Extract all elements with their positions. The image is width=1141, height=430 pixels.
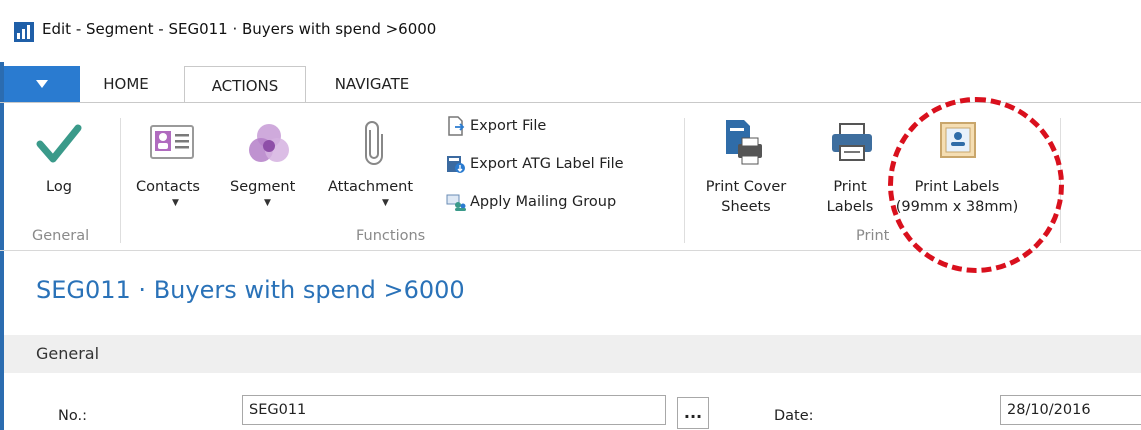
date-field[interactable] [1000, 395, 1141, 425]
apply-mailing-group-label: Apply Mailing Group [470, 194, 617, 210]
group-label-functions: Functions [356, 228, 426, 244]
printer-icon [832, 123, 872, 161]
paperclip-icon [365, 121, 383, 165]
export-file-icon [448, 116, 465, 136]
log-label: Log [46, 179, 72, 195]
app-menu-button[interactable] [4, 66, 80, 102]
group-label-general: General [32, 228, 90, 244]
group-separator [120, 118, 121, 243]
contacts-button[interactable]: Contacts ▼ [130, 118, 220, 213]
dropdown-caret-icon: ▼ [172, 198, 179, 208]
checkmark-icon [36, 124, 82, 163]
segment-label: Segment [230, 179, 296, 195]
print-labels-label-2: Labels [826, 199, 874, 215]
highlight-circle-annotation [888, 97, 1064, 273]
print-labels-label-1: Print [833, 179, 867, 195]
group-label-print: Print [856, 228, 890, 244]
section-header-label: General [36, 344, 100, 363]
export-atg-label-file-label: Export ATG Label File [470, 156, 624, 172]
mailing-group-icon [446, 194, 466, 211]
export-atg-label-file-button[interactable]: Export ATG Label File [446, 154, 624, 174]
tab-actions[interactable]: ACTIONS [184, 66, 306, 104]
segment-button[interactable]: Segment ▼ [224, 118, 314, 213]
page-title: SEG011 · Buyers with spend >6000 [36, 276, 465, 304]
print-cover-sheets-label-2: Sheets [721, 199, 771, 215]
app-icon [14, 22, 34, 42]
tab-home[interactable]: HOME [80, 66, 172, 102]
print-cover-sheets-label-1: Print Cover [705, 179, 787, 195]
print-labels-button[interactable]: Print Labels [820, 118, 886, 218]
date-field-label: Date: [774, 408, 814, 424]
export-label-icon [447, 156, 465, 173]
log-button[interactable]: Log [30, 118, 90, 198]
attachment-label: Attachment [328, 179, 414, 195]
group-separator [684, 118, 685, 243]
apply-mailing-group-button[interactable]: Apply Mailing Group [446, 192, 616, 212]
no-field-label: No.: [58, 408, 87, 424]
no-field[interactable] [242, 395, 666, 425]
export-file-label: Export File [470, 118, 547, 134]
cover-sheet-printer-icon [726, 120, 762, 165]
attachment-button[interactable]: Attachment ▼ [318, 118, 434, 213]
export-file-button[interactable]: Export File [446, 116, 546, 136]
section-header-general[interactable] [4, 335, 1141, 373]
segment-venn-icon [249, 124, 289, 162]
tab-navigate[interactable]: NAVIGATE [312, 66, 432, 102]
lookup-button[interactable]: ... [677, 397, 709, 429]
contacts-label: Contacts [136, 179, 200, 195]
contact-card-icon [150, 125, 194, 159]
chevron-down-icon [36, 80, 48, 88]
dropdown-caret-icon: ▼ [382, 198, 389, 208]
print-cover-sheets-button[interactable]: Print Cover Sheets [700, 118, 790, 218]
dropdown-caret-icon: ▼ [264, 198, 271, 208]
window-title: Edit - Segment - SEG011 · Buyers with sp… [42, 20, 437, 38]
